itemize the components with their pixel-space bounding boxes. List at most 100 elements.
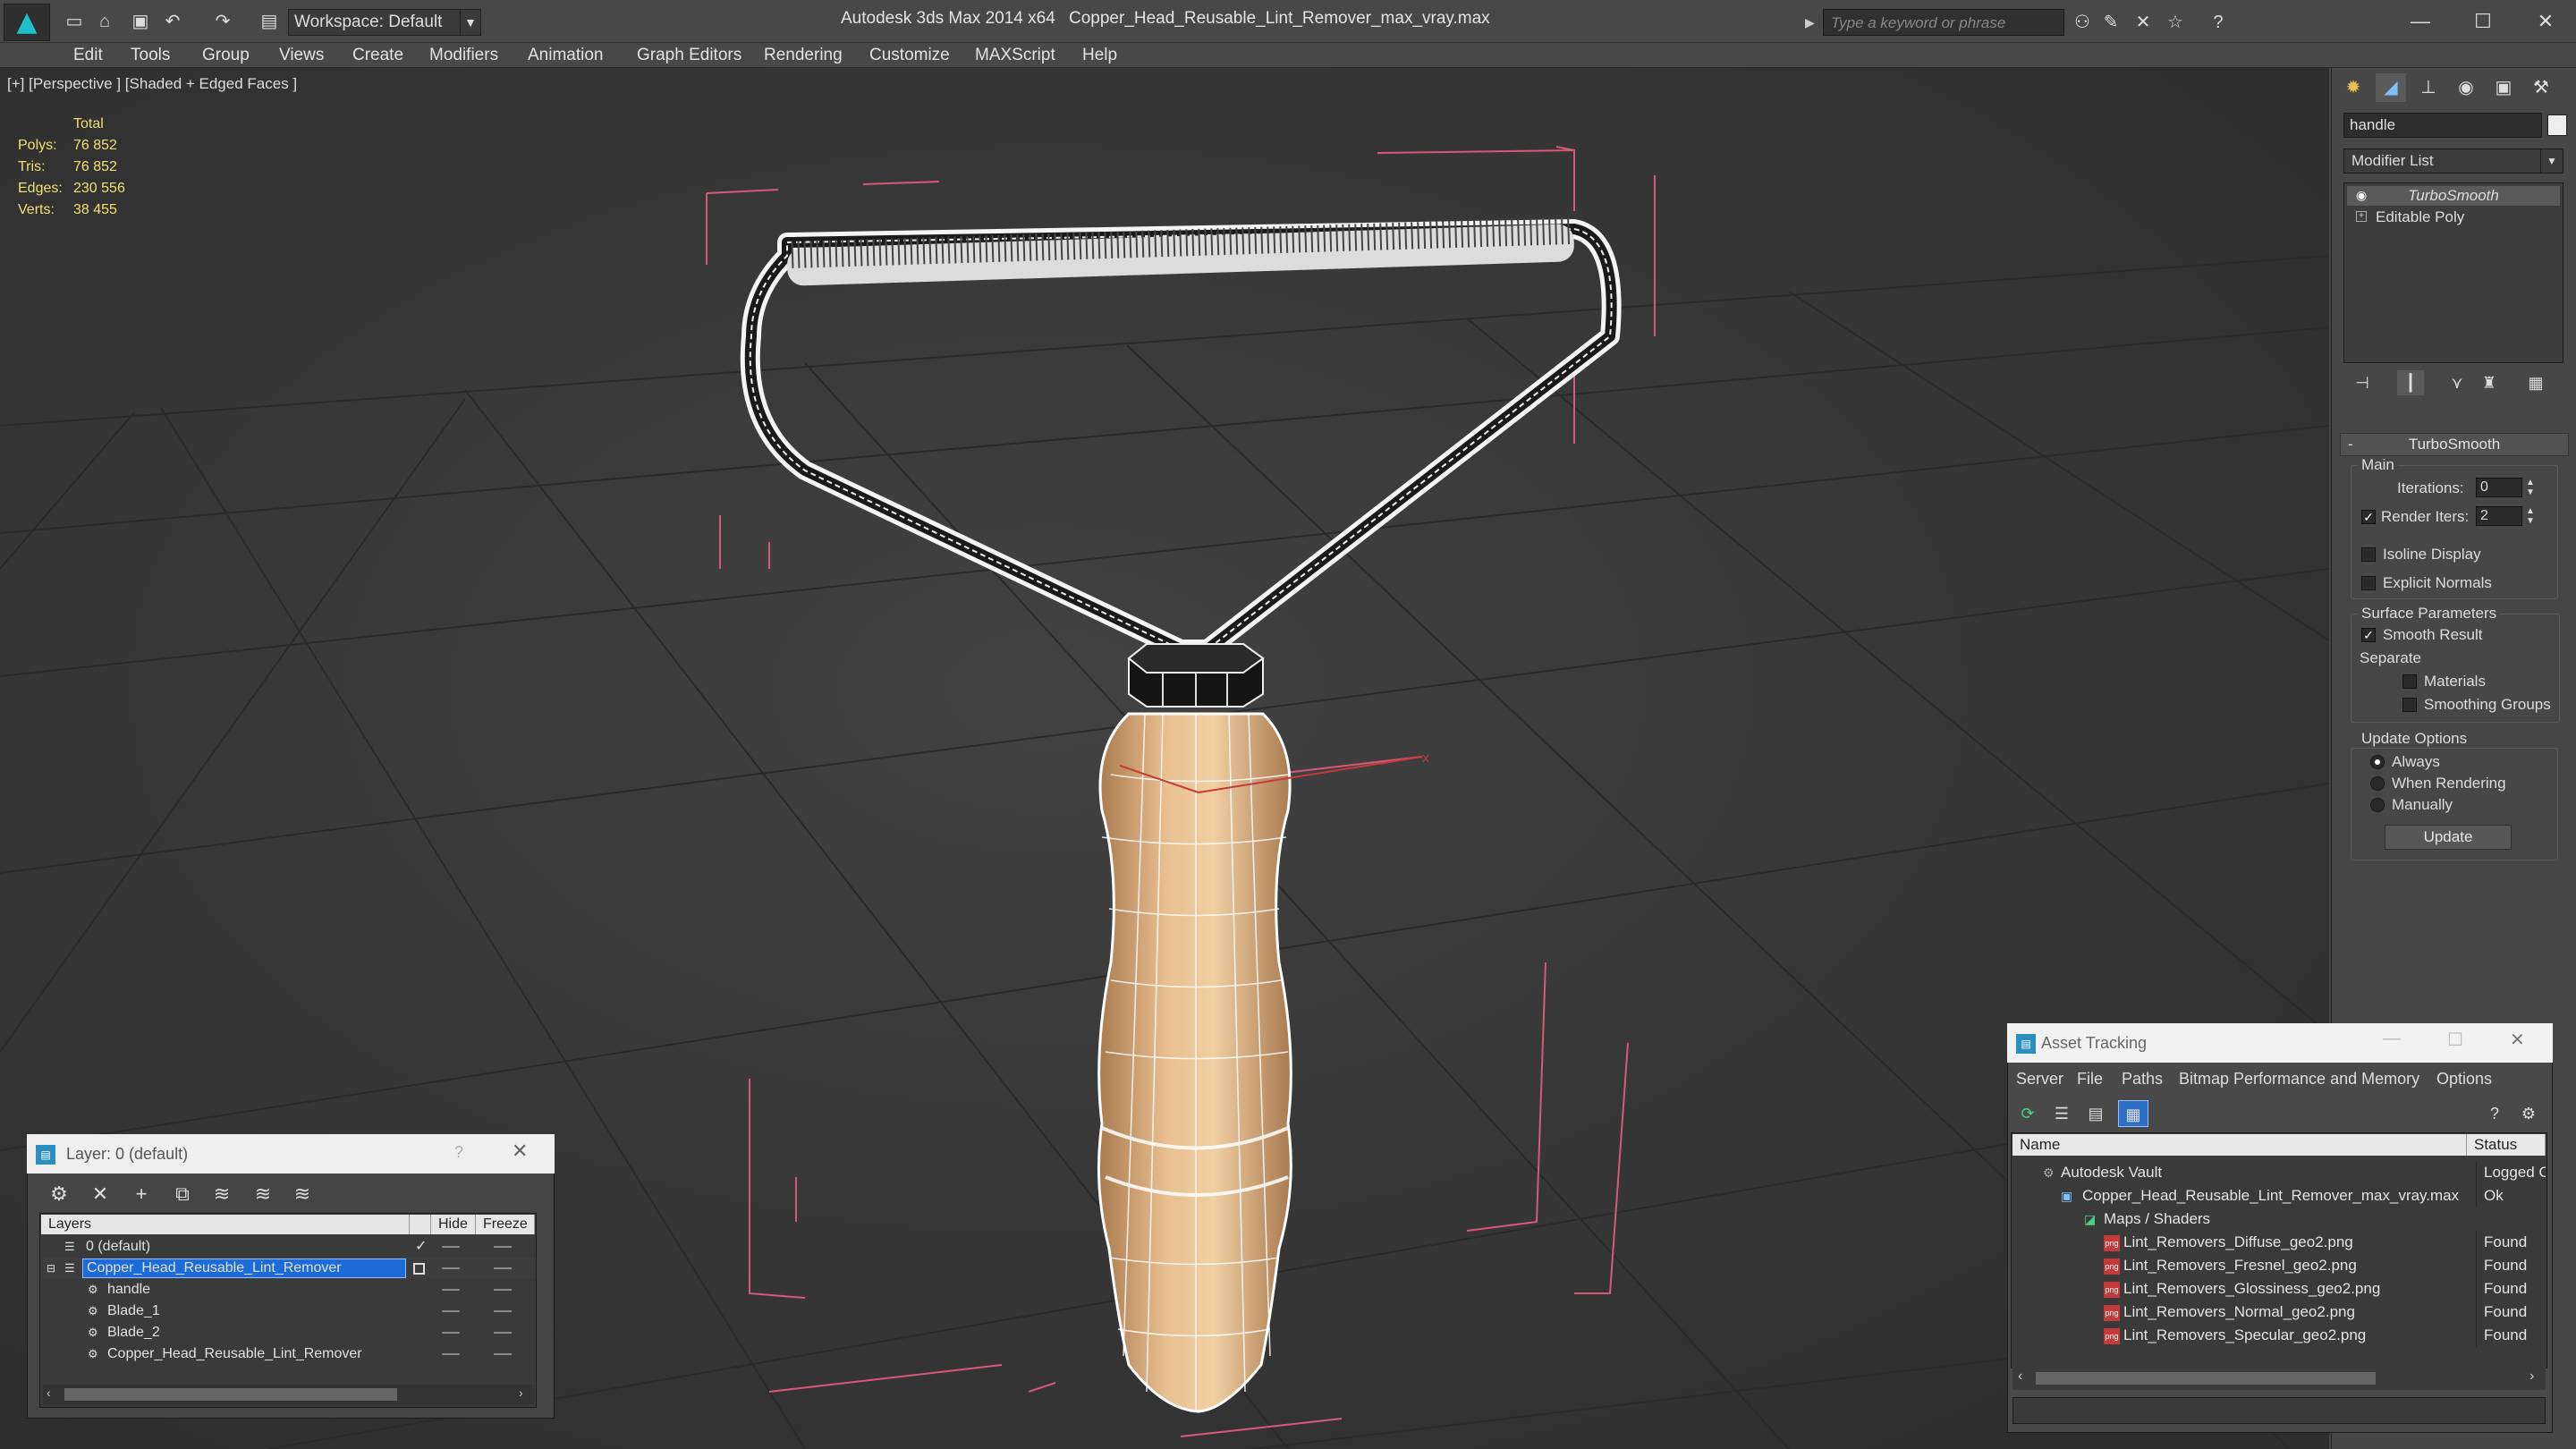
asset-menu-file[interactable]: File	[2077, 1070, 2103, 1089]
asset-row[interactable]: ◪ Maps / Shaders	[2012, 1208, 2546, 1231]
column-hide[interactable]: Hide	[431, 1215, 476, 1234]
spinner-arrows-icon[interactable]: ▲ ▼	[2526, 478, 2535, 497]
layer-row[interactable]: ☰ 0 (default) ✓	[41, 1236, 535, 1258]
make-unique-icon[interactable]: ⋎	[2444, 370, 2470, 395]
scroll-right-icon[interactable]: ›	[2529, 1368, 2534, 1385]
asset-settings-icon[interactable]: ⚙	[2513, 1100, 2544, 1127]
stack-item-editable-poly[interactable]: Editable Poly	[2347, 208, 2560, 227]
menu-views[interactable]: Views	[279, 45, 324, 66]
favorites-star-icon[interactable]: ☆	[2163, 11, 2188, 34]
manually-radio[interactable]	[2370, 798, 2385, 812]
asset-row[interactable]: png Lint_Removers_Specular_geo2.png Found	[2012, 1324, 2546, 1347]
stack-item-turbosmooth[interactable]: TurboSmooth	[2347, 186, 2560, 206]
smooth-result-checkbox[interactable]: ✓	[2361, 628, 2376, 642]
column-layers[interactable]: Layers	[41, 1215, 410, 1234]
menu-graph-editors[interactable]: Graph Editors	[637, 45, 741, 66]
asset-path-field[interactable]	[2012, 1397, 2546, 1424]
maximize-icon[interactable]: ☐	[2456, 5, 2510, 38]
update-button[interactable]: Update	[2385, 825, 2512, 850]
asset-row[interactable]: ▣ Copper_Head_Reusable_Lint_Remover_max_…	[2012, 1184, 2546, 1208]
asset-menu-options[interactable]: Options	[2436, 1070, 2492, 1089]
menu-help[interactable]: Help	[1082, 45, 1117, 66]
undo-icon[interactable]: ↶	[161, 11, 184, 32]
pin-stack-icon[interactable]: ⊣	[2349, 370, 2376, 395]
chevron-down-icon[interactable]: ▼	[460, 9, 481, 36]
freeze-all-icon[interactable]: ≋	[286, 1181, 318, 1208]
redo-icon[interactable]: ↷	[211, 11, 234, 32]
scroll-thumb[interactable]	[64, 1388, 397, 1401]
open-file-icon[interactable]: ⌂	[93, 11, 116, 32]
isoline-display-checkbox[interactable]	[2361, 547, 2376, 562]
refresh-icon[interactable]: ⟳	[2012, 1100, 2043, 1127]
menu-maxscript[interactable]: MAXScript	[975, 45, 1055, 66]
add-to-layer-icon[interactable]: +	[125, 1181, 157, 1208]
spinner-arrows-icon[interactable]: ▲ ▼	[2526, 506, 2535, 526]
turbosmooth-rollout-header[interactable]: - TurboSmooth	[2340, 433, 2569, 456]
menu-animation[interactable]: Animation	[528, 45, 604, 66]
layer-row-selected[interactable]: ⊟ ☰ Copper_Head_Reusable_Lint_Remover	[41, 1258, 535, 1279]
hide-toggle[interactable]	[442, 1289, 460, 1291]
create-tab-icon[interactable]: ✹	[2338, 73, 2368, 102]
menu-rendering[interactable]: Rendering	[764, 45, 843, 66]
freeze-toggle[interactable]	[494, 1353, 512, 1355]
communication-icon[interactable]: ✕	[2131, 11, 2156, 34]
menu-edit[interactable]: Edit	[73, 45, 103, 66]
menu-tools[interactable]: Tools	[131, 45, 170, 66]
column-freeze[interactable]: Freeze	[476, 1215, 535, 1234]
modify-tab-icon[interactable]: ◢	[2376, 73, 2406, 102]
asset-menu-server[interactable]: Server	[2016, 1070, 2063, 1089]
hierarchy-tab-icon[interactable]: ⊥	[2413, 73, 2444, 102]
minimize-icon[interactable]: —	[2394, 5, 2447, 38]
close-icon[interactable]: ✕	[2519, 5, 2572, 38]
current-layer-box-icon[interactable]	[413, 1263, 425, 1275]
object-name-field[interactable]: handle	[2343, 113, 2542, 138]
freeze-toggle[interactable]	[494, 1332, 512, 1334]
object-row[interactable]: ⚙ Blade_2	[41, 1322, 535, 1343]
select-objects-icon[interactable]: ⧉	[166, 1181, 199, 1208]
hide-toggle[interactable]	[442, 1267, 460, 1269]
object-row[interactable]: ⚙ Copper_Head_Reusable_Lint_Remover	[41, 1343, 535, 1365]
motion-tab-icon[interactable]: ◉	[2451, 73, 2481, 102]
freeze-toggle[interactable]	[494, 1246, 512, 1248]
render-iters-spinner[interactable]: 2	[2476, 506, 2522, 526]
close-icon[interactable]: ✕	[2510, 1029, 2525, 1051]
menu-modifiers[interactable]: Modifiers	[429, 45, 498, 66]
asset-row[interactable]: png Lint_Removers_Fresnel_geo2.png Found	[2012, 1254, 2546, 1277]
explicit-normals-checkbox[interactable]	[2361, 576, 2376, 590]
chevron-down-icon[interactable]: ▼	[2540, 148, 2563, 174]
delete-layer-icon[interactable]: ✕	[84, 1181, 116, 1208]
materials-checkbox[interactable]	[2402, 674, 2417, 689]
grid-view-icon[interactable]: ▦	[2118, 1100, 2148, 1127]
modifier-list-dropdown[interactable]: Modifier List	[2343, 148, 2563, 174]
hide-toggle[interactable]	[442, 1332, 460, 1334]
scroll-thumb[interactable]	[2036, 1372, 2376, 1385]
collapse-icon[interactable]: ⊟	[47, 1258, 55, 1279]
object-row[interactable]: ⚙ handle	[41, 1279, 535, 1301]
menu-group[interactable]: Group	[202, 45, 250, 66]
project-folder-icon[interactable]: ▤	[258, 11, 281, 32]
display-tab-icon[interactable]: ▣	[2488, 73, 2519, 102]
asset-menu-bitmap-performance[interactable]: Bitmap Performance and Memory	[2179, 1070, 2419, 1089]
highlight-layer-icon[interactable]: ≋	[206, 1181, 238, 1208]
maximize-icon[interactable]: ☐	[2447, 1029, 2463, 1051]
save-icon[interactable]: ▣	[129, 11, 152, 32]
object-row[interactable]: ⚙ Blade_1	[41, 1301, 535, 1322]
asset-row[interactable]: png Lint_Removers_Normal_geo2.png Found	[2012, 1301, 2546, 1324]
remove-modifier-icon[interactable]: ♜	[2476, 370, 2503, 395]
hide-toggle[interactable]	[442, 1310, 460, 1312]
column-status[interactable]: Status	[2467, 1134, 2546, 1156]
search-input[interactable]: Type a keyword or phrase	[1823, 9, 2064, 36]
close-icon[interactable]: ✕	[512, 1140, 528, 1163]
asset-help-icon[interactable]: ?	[2479, 1100, 2510, 1127]
asset-row[interactable]: png Lint_Removers_Diffuse_geo2.png Found	[2012, 1231, 2546, 1254]
expand-icon[interactable]: +	[2356, 211, 2367, 222]
scroll-left-icon[interactable]: ‹	[2018, 1368, 2022, 1385]
asset-menu-paths[interactable]: Paths	[2122, 1070, 2163, 1089]
minimize-icon[interactable]: —	[2383, 1029, 2401, 1049]
scroll-right-icon[interactable]: ›	[519, 1385, 523, 1400]
help-icon[interactable]: ?	[2206, 11, 2231, 34]
utilities-tab-icon[interactable]: ⚒	[2526, 73, 2556, 102]
menu-customize[interactable]: Customize	[869, 45, 950, 66]
layer-settings-icon[interactable]: ⚙	[43, 1181, 75, 1208]
configure-sets-icon[interactable]: ▦	[2522, 370, 2549, 395]
